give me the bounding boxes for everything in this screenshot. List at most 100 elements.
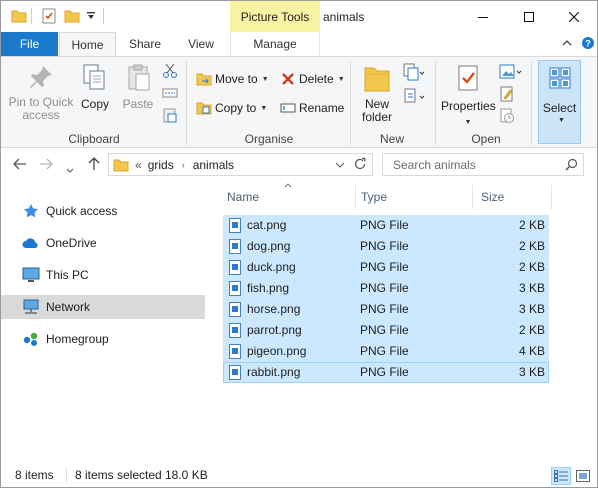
tab-share[interactable]: Share (119, 32, 171, 56)
table-row[interactable]: dog.png PNG File 2 KB (223, 236, 549, 257)
help-icon[interactable]: ? (581, 36, 595, 53)
file-size: 2 KB (518, 239, 545, 253)
history-icon[interactable] (499, 108, 515, 127)
customize-qa-icon[interactable] (86, 10, 96, 24)
nav-item-quick-access[interactable]: Quick access (1, 199, 205, 223)
search-input[interactable]: Search animals (382, 153, 584, 176)
select-button[interactable]: Select ▼ (538, 60, 581, 144)
table-row[interactable]: fish.png PNG File 3 KB (223, 278, 549, 299)
forward-button[interactable] (39, 157, 53, 174)
file-type: PNG File (360, 218, 409, 232)
item-count: 8 items (15, 468, 54, 482)
search-icon[interactable] (565, 158, 578, 174)
homegroup-icon (22, 331, 40, 347)
column-divider[interactable] (472, 185, 473, 209)
tab-view[interactable]: View (173, 32, 229, 56)
back-button[interactable] (13, 157, 27, 174)
new-folder-qa-icon[interactable] (64, 8, 80, 27)
file-list: Name Type Size cat.png PNG File 2 KB dog… (211, 181, 597, 463)
file-type: PNG File (360, 365, 409, 379)
file-type: PNG File (360, 302, 409, 316)
copy-to-button[interactable]: Copy to ▼ (196, 98, 267, 118)
paste-shortcut-icon[interactable] (162, 107, 178, 126)
table-row[interactable]: rabbit.png PNG File 3 KB (223, 362, 549, 383)
dropdown-caret-icon: ▼ (558, 117, 565, 124)
selected-count: 8 items selected (75, 468, 162, 482)
ribbon-separator (531, 61, 532, 145)
file-name: rabbit.png (247, 365, 301, 379)
table-row[interactable]: parrot.png PNG File 2 KB (223, 320, 549, 341)
cut-icon[interactable] (162, 63, 178, 82)
maximize-button[interactable] (506, 1, 552, 32)
file-size: 2 KB (518, 323, 545, 337)
column-divider[interactable] (355, 185, 356, 209)
paste-icon (128, 64, 150, 91)
file-name: cat.png (247, 218, 287, 232)
file-name: fish.png (247, 281, 290, 295)
move-to-button[interactable]: Move to ▼ (196, 69, 269, 89)
close-button[interactable] (551, 1, 597, 32)
column-header-type[interactable]: Type (361, 183, 471, 211)
table-row[interactable]: cat.png PNG File 2 KB (223, 215, 549, 236)
column-header-size[interactable]: Size (481, 183, 551, 211)
table-row[interactable]: pigeon.png PNG File 4 KB (223, 341, 549, 362)
large-icons-view-button[interactable] (573, 467, 593, 485)
easy-access-icon[interactable] (403, 87, 425, 108)
pin-quick-access-button[interactable]: Pin to Quick access (6, 63, 76, 122)
file-size: 3 KB (518, 281, 545, 295)
selected-size: 18.0 KB (165, 468, 208, 482)
file-size: 2 KB (518, 218, 545, 232)
refresh-icon[interactable] (353, 157, 367, 174)
open-icon[interactable] (499, 63, 523, 84)
delete-button[interactable]: Delete ▼ (280, 69, 345, 89)
table-row[interactable]: horse.png PNG File 3 KB (223, 299, 549, 320)
file-type: PNG File (360, 323, 409, 337)
window-title: animals (323, 10, 365, 24)
pin-label: Pin to Quick access (8, 95, 74, 122)
edit-icon[interactable] (499, 86, 515, 105)
nav-item-network[interactable]: Network (1, 295, 205, 319)
paste-button[interactable]: Paste (118, 63, 158, 111)
nav-item-this-pc[interactable]: This PC (1, 263, 205, 287)
address-overflow[interactable]: « (135, 158, 142, 172)
new-group-label: New (379, 132, 404, 146)
chevron-up-icon[interactable] (561, 37, 573, 52)
details-view-button[interactable] (551, 467, 571, 485)
address-dropdown-icon[interactable] (335, 159, 345, 173)
breadcrumb-separator-icon[interactable]: › (182, 160, 185, 170)
column-header-name[interactable]: Name (227, 183, 355, 211)
png-file-icon (229, 323, 241, 338)
new-folder-button[interactable]: New folder (356, 63, 398, 124)
properties-qa-icon[interactable] (41, 8, 57, 27)
breadcrumb-grids[interactable]: grids (148, 158, 174, 172)
dropdown-caret-icon: ▼ (337, 75, 345, 83)
copy-to-label: Copy to (215, 101, 257, 115)
breadcrumb-animals[interactable]: animals (193, 158, 234, 172)
tab-home[interactable]: Home (59, 32, 116, 57)
nav-item-homegroup[interactable]: Homegroup (1, 327, 205, 351)
address-row: « grids › animals Search animals (1, 148, 597, 181)
tab-manage[interactable]: Manage (230, 32, 320, 56)
svg-text:?: ? (585, 39, 591, 49)
column-divider[interactable] (551, 185, 552, 209)
file-name: dog.png (247, 239, 291, 253)
ribbon-separator (435, 61, 436, 145)
forward-arrow-icon (40, 158, 53, 170)
png-file-icon (229, 344, 241, 359)
properties-button[interactable]: Properties ▼ (441, 63, 496, 129)
file-type: PNG File (360, 260, 409, 274)
up-button[interactable] (87, 157, 101, 174)
rename-button[interactable]: Rename (280, 98, 344, 118)
minimize-button[interactable] (460, 1, 506, 32)
copy-path-icon[interactable] (162, 85, 178, 104)
address-bar[interactable]: « grids › animals (108, 153, 373, 176)
png-file-icon (229, 239, 241, 254)
nav-label: Network (46, 300, 91, 314)
new-item-icon[interactable] (403, 63, 425, 84)
organise-group-label: Organise (244, 132, 294, 146)
copy-button[interactable]: Copy (77, 63, 113, 111)
nav-item-onedrive[interactable]: OneDrive (1, 231, 205, 255)
tab-file[interactable]: File (1, 32, 58, 56)
table-row[interactable]: duck.png PNG File 2 KB (223, 257, 549, 278)
recent-locations-button[interactable] (66, 161, 74, 177)
